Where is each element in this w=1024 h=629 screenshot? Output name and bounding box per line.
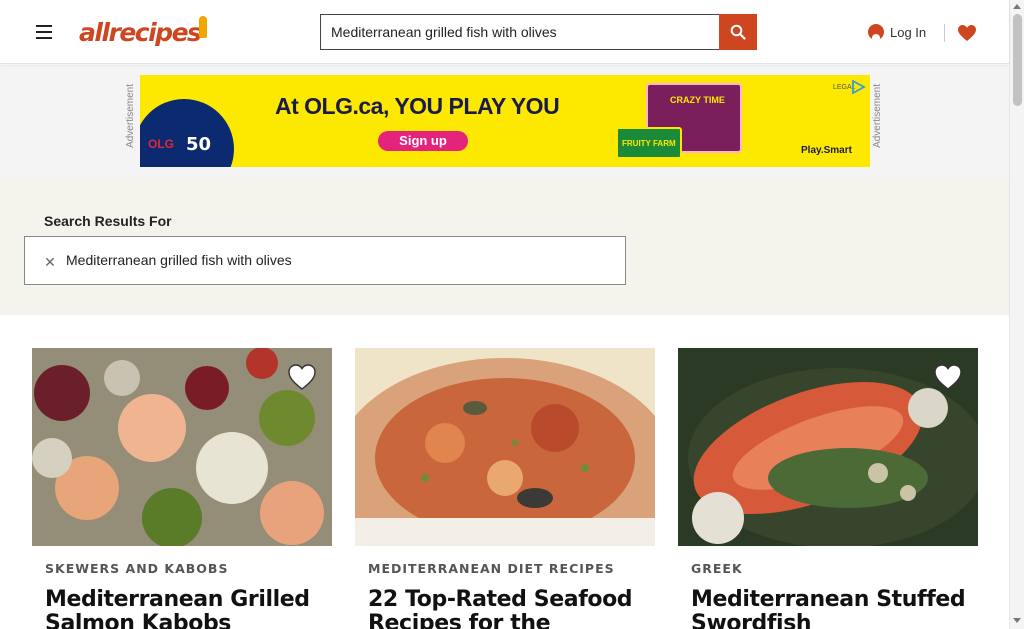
scroll-up-arrow[interactable]	[1013, 4, 1021, 9]
ad-game-tile: FRUITY FARM	[616, 127, 682, 159]
site-header: allrecipes Log In	[0, 0, 1009, 64]
ad-tile-label: FRUITY FARM	[622, 139, 676, 148]
ad-label-left: Advertisement	[125, 84, 136, 148]
logo-text: allrecipes	[79, 17, 202, 47]
scroll-down-arrow[interactable]	[1013, 618, 1021, 623]
hamburger-icon-line	[36, 37, 52, 39]
search-icon	[730, 24, 746, 40]
adchoices-icon[interactable]	[850, 80, 866, 94]
favorites-button[interactable]	[955, 20, 979, 46]
recipe-category: SKEWERS AND KABOBS	[45, 561, 229, 576]
recipe-image	[678, 348, 978, 546]
ad-olg-text: OLG	[148, 137, 174, 151]
logo-spoon	[199, 16, 207, 38]
results-heading: Search Results For	[44, 213, 172, 229]
recipe-card[interactable]: MEDITERRANEAN DIET RECIPES 22 Top-Rated …	[355, 348, 655, 629]
heart-icon	[958, 25, 976, 41]
ad-olg-circle	[140, 99, 234, 167]
ad-olg-number: 50	[186, 134, 212, 155]
recipe-card[interactable]: SKEWERS AND KABOBS Mediterranean Grilled…	[32, 348, 332, 629]
header-divider	[944, 24, 945, 42]
user-circle-icon	[868, 24, 884, 40]
search-button[interactable]	[719, 14, 757, 50]
ad-signup-button[interactable]: Sign up	[378, 131, 468, 151]
hamburger-icon-line	[36, 25, 52, 27]
recipe-category: GREEK	[691, 561, 743, 576]
login-button[interactable]: Log In	[868, 20, 934, 44]
ad-tagline: Play.Smart	[801, 145, 852, 156]
ad-headline: At OLG.ca, YOU PLAY YOU	[275, 93, 560, 119]
recipe-title[interactable]: 22 Top-Rated Seafood Recipes for the Med…	[368, 588, 648, 629]
close-icon[interactable]: ✕	[38, 252, 62, 272]
save-heart-icon[interactable]	[933, 363, 963, 391]
save-heart-icon[interactable]	[287, 363, 317, 391]
page-scrollbar[interactable]	[1009, 0, 1024, 629]
logo-link[interactable]: allrecipes	[79, 14, 209, 50]
recipe-title[interactable]: Mediterranean Stuffed Swordfish	[691, 588, 971, 629]
menu-button[interactable]	[30, 18, 58, 46]
ad-label-right: Advertisement	[872, 84, 883, 148]
recipe-title[interactable]: Mediterranean Grilled Salmon Kabobs	[45, 588, 325, 629]
search-box	[320, 14, 720, 50]
search-input[interactable]	[321, 15, 719, 49]
recipe-card[interactable]: GREEK Mediterranean Stuffed Swordfish	[678, 348, 978, 629]
hamburger-icon-line	[36, 31, 52, 33]
recipe-image	[32, 348, 332, 546]
recipe-category: MEDITERRANEAN DIET RECIPES	[368, 561, 615, 576]
results-query: Mediterranean grilled fish with olives	[66, 252, 292, 268]
ad-tile-label: CRAZY TIME	[670, 95, 725, 105]
scroll-thumb[interactable]	[1013, 14, 1022, 106]
login-label: Log In	[890, 24, 927, 40]
recipe-image	[355, 348, 655, 546]
ad-banner[interactable]: OLG 50 At OLG.ca, YOU PLAY YOU Sign up C…	[140, 75, 870, 167]
